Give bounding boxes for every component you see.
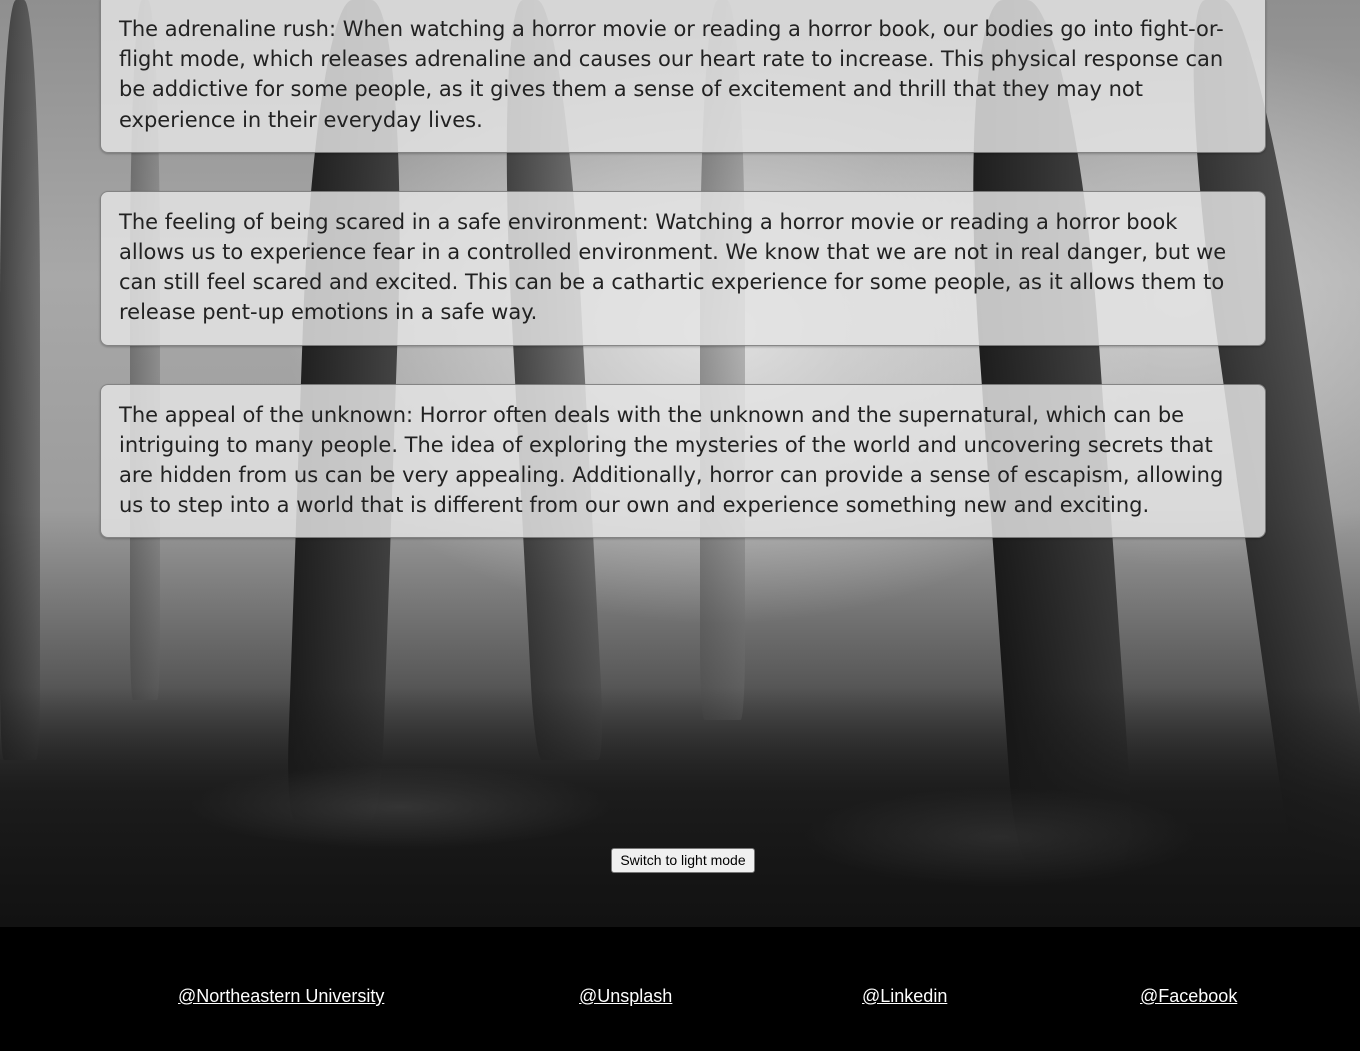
footer-link-facebook[interactable]: @Facebook (1140, 985, 1237, 1007)
reason-card-safe-fear: The feeling of being scared in a safe en… (100, 190, 1266, 346)
reason-card-adrenaline: The adrenaline rush: When watching a hor… (100, 0, 1266, 153)
page: The adrenaline rush: When watching a hor… (0, 0, 1360, 1051)
forest-floor (0, 687, 1360, 927)
footer-link-northeastern[interactable]: @Northeastern University (178, 985, 384, 1007)
reason-card-unknown: The appeal of the unknown: Horror often … (100, 383, 1266, 539)
switch-theme-button[interactable]: Switch to light mode (611, 848, 755, 873)
theme-toggle-container: Switch to light mode (3, 848, 1360, 873)
card-text: The feeling of being scared in a safe en… (119, 209, 1227, 325)
card-text: The appeal of the unknown: Horror often … (119, 402, 1224, 518)
footer-link-unsplash[interactable]: @Unsplash (579, 985, 672, 1007)
footer: @Northeastern University @Unsplash @Link… (0, 927, 1360, 1051)
footer-link-linkedin[interactable]: @Linkedin (862, 985, 947, 1007)
cards-container: The adrenaline rush: When watching a hor… (100, 0, 1266, 576)
card-text: The adrenaline rush: When watching a hor… (119, 17, 1224, 132)
